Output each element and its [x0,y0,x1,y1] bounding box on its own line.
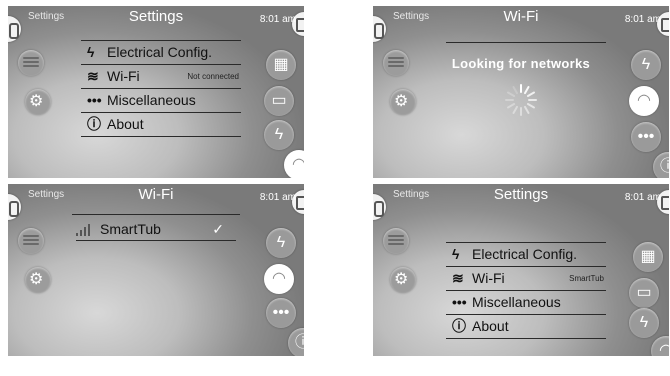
menu-item-electrical[interactable]: ϟ Electrical Config. [81,40,241,65]
wifi-status: Not connected [187,72,239,81]
clock: 8:01 am [259,192,296,203]
top-bar: Settings Wi-Fi 8:01 am [8,184,304,206]
menu-item-misc[interactable]: ••• Miscellaneous [446,291,606,315]
wifi-status: SmartTub [569,274,604,283]
wifi-searching-screen: Settings Wi-Fi 8:01 am ⚙ ϟ ◠ ••• ⓘ Looki… [373,6,669,178]
wifi-icon[interactable]: ◠ [651,336,669,356]
settings-screen-1: Settings Settings 8:01 am ⚙ ▦ ▭ ϟ ◠ ϟ Ele… [8,6,304,178]
clock: 8:01 am [259,14,296,25]
calendar-icon[interactable]: ▦ [633,242,663,272]
settings-gear-icon[interactable]: ⚙ [390,267,416,293]
calendar-icon[interactable]: ▦ [266,50,296,80]
dots-icon: ••• [452,294,467,310]
dots-icon[interactable]: ••• [266,298,296,328]
display-icon[interactable]: ▭ [264,86,294,116]
menu-item-wifi[interactable]: ≋ Wi-Fi Not connected [81,65,241,89]
wifi-icon[interactable]: ◠ [264,264,294,294]
top-bar: Settings Settings 8:01 am [8,6,304,28]
menu-item-electrical[interactable]: ϟ Electrical Config. [446,242,606,267]
menu-item-about[interactable]: ⓘ About [81,113,241,137]
lightning-icon[interactable]: ϟ [264,120,294,150]
info-icon: ⓘ [87,116,101,132]
list-divider [72,214,240,215]
menu-item-about[interactable]: ⓘ About [446,315,606,339]
menu-item-wifi[interactable]: ≋ Wi-Fi SmartTub [446,267,606,291]
info-icon[interactable]: ⓘ [653,152,669,178]
searching-status: Looking for networks [451,56,591,71]
waves-icon[interactable] [18,50,44,76]
settings-menu: ϟ Electrical Config. ≋ Wi-Fi SmartTub ••• M… [446,242,606,339]
settings-gear-icon[interactable]: ⚙ [25,267,51,293]
settings-gear-icon[interactable]: ⚙ [390,89,416,115]
wifi-icon[interactable]: ◠ [284,150,304,178]
dots-icon[interactable]: ••• [631,122,661,152]
info-icon: ⓘ [452,318,466,334]
network-name: SmartTub [100,221,161,237]
dots-icon: ••• [87,92,102,108]
settings-menu: ϟ Electrical Config. ≋ Wi-Fi Not connected… [81,40,241,137]
loading-spinner-icon [505,84,537,116]
menu-item-misc[interactable]: ••• Miscellaneous [81,89,241,113]
lightning-icon: ϟ [87,44,95,60]
wifi-icon[interactable]: ◠ [629,86,659,116]
clock: 8:01 am [624,14,661,25]
display-icon[interactable]: ▭ [629,278,659,308]
network-row-smarttub[interactable]: SmartTub ✓ [76,218,236,241]
waves-icon[interactable] [383,228,409,254]
settings-screen-2: Settings Settings 8:01 am ⚙ ▦ ▭ ϟ ◠ ϟ Ele… [373,184,669,356]
signal-strength-icon [76,224,94,237]
wifi-icon: ≋ [452,270,464,286]
waves-icon[interactable] [18,228,44,254]
info-icon[interactable]: ⓘ [288,328,304,356]
clock: 8:01 am [624,192,661,203]
lightning-icon[interactable]: ϟ [629,308,659,338]
wifi-networks-screen: Settings Wi-Fi 8:01 am ⚙ ϟ ◠ ••• ⓘ Smart… [8,184,304,356]
wifi-icon: ≋ [87,68,99,84]
lightning-icon: ϟ [452,246,460,262]
lightning-icon[interactable]: ϟ [266,228,296,258]
title-divider [446,42,606,43]
settings-gear-icon[interactable]: ⚙ [25,89,51,115]
check-icon: ✓ [212,221,224,237]
top-bar: Settings Wi-Fi 8:01 am [373,6,669,28]
top-bar: Settings Settings 8:01 am [373,184,669,206]
